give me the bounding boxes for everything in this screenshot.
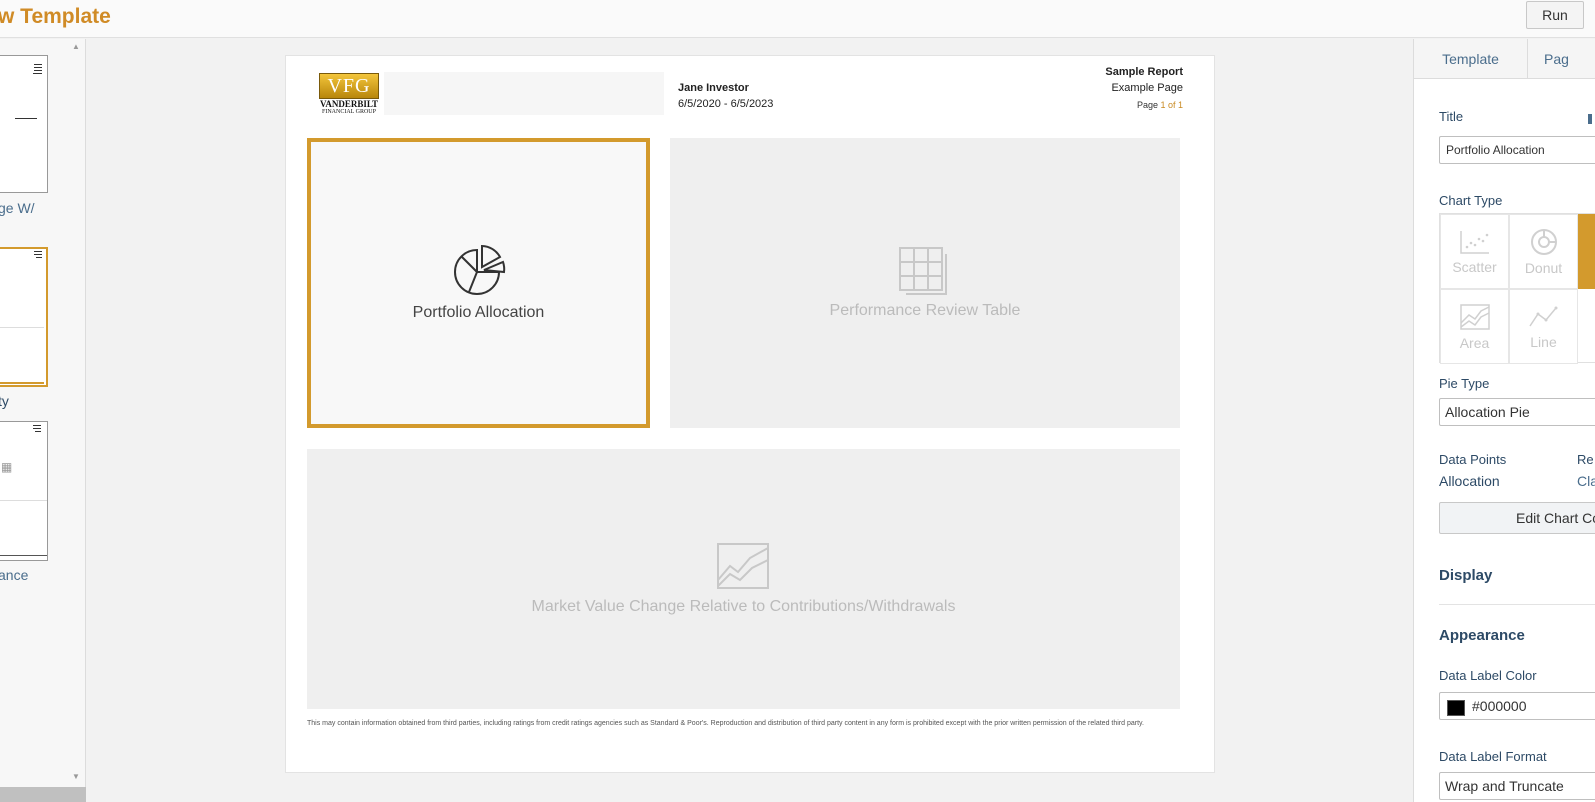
page-name: Example Page: [1111, 82, 1183, 94]
page-thumbnails-panel[interactable]: ▲ ge W/ ty ▦ ance ▼: [0, 39, 86, 802]
chart-type-area[interactable]: Area: [1440, 289, 1509, 364]
table-icon: [899, 247, 947, 295]
slot-title: Performance Review Table: [829, 302, 1021, 319]
properties-panel: Template Pag Title Chart Type Scatter Do…: [1413, 39, 1595, 802]
re-label: Re: [1577, 452, 1594, 467]
area-icon: [1459, 303, 1490, 330]
report-name: Sample Report: [1105, 66, 1183, 78]
horizontal-scrollbar[interactable]: [0, 787, 86, 802]
page-thumbnail[interactable]: ▦: [0, 421, 48, 561]
performance-review-slot[interactable]: Performance Review Table: [670, 138, 1180, 428]
tab-template[interactable]: Template: [1414, 39, 1528, 79]
data-label-color-input[interactable]: #000000: [1439, 692, 1595, 720]
market-value-change-slot[interactable]: Market Value Change Relative to Contribu…: [307, 449, 1180, 709]
scroll-up-arrow-icon[interactable]: ▲: [72, 42, 80, 51]
slot-title: Market Value Change Relative to Contribu…: [531, 598, 956, 615]
scroll-down-arrow-icon[interactable]: ▼: [72, 772, 80, 781]
chart-type-label: Scatter: [1452, 258, 1497, 275]
run-button[interactable]: Run: [1526, 1, 1584, 29]
page-thumbnail-selected[interactable]: [0, 247, 48, 387]
title-input[interactable]: [1439, 136, 1595, 164]
appearance-section-header[interactable]: Appearance: [1439, 627, 1525, 644]
color-swatch[interactable]: [1447, 700, 1465, 716]
area-chart-icon: [716, 543, 769, 589]
page-number: Page 1 of 1: [1136, 100, 1183, 110]
chart-type-pie-selected[interactable]: [1578, 214, 1595, 289]
logo-background: [384, 72, 664, 115]
re-value: Cla: [1577, 473, 1595, 489]
data-points-label: Data Points: [1439, 452, 1507, 467]
data-label-format-label: Data Label Format: [1439, 749, 1547, 764]
portfolio-allocation-slot[interactable]: Portfolio Allocation: [307, 138, 650, 428]
pie-type-label: Pie Type: [1439, 376, 1490, 391]
title-extra-marker: [1588, 114, 1592, 124]
chart-type-label: Area: [1459, 334, 1490, 351]
title-label: Title: [1439, 109, 1464, 124]
data-label-format-select[interactable]: Wrap and Truncate: [1439, 772, 1595, 800]
thumbnail-label[interactable]: ty: [0, 393, 9, 409]
scatter-icon: [1459, 230, 1489, 254]
chart-type-scatter[interactable]: Scatter: [1440, 214, 1509, 289]
disclaimer: This may contain information obtained fr…: [307, 720, 1144, 727]
thumbnail-label[interactable]: ance: [0, 567, 28, 583]
table-icon: ▦: [1, 460, 13, 474]
divider: [1439, 604, 1595, 605]
pie-type-select[interactable]: Allocation Pie: [1439, 398, 1595, 426]
app-title: w Template: [0, 5, 111, 28]
date-range: 6/5/2020 - 6/5/2023: [678, 98, 774, 110]
page-thumbnail[interactable]: [0, 55, 48, 193]
display-section-header[interactable]: Display: [1439, 567, 1492, 584]
data-label-color-label: Data Label Color: [1439, 668, 1537, 683]
top-bar: w Template Run: [0, 0, 1595, 38]
report-page: VFG VANDERBILT FINANCIAL GROUP Jane Inve…: [285, 55, 1215, 773]
thumbnail-label[interactable]: ge W/: [0, 200, 35, 216]
chart-type-label: Line: [1530, 333, 1557, 350]
pie-chart-icon: [453, 244, 505, 295]
donut-icon: [1530, 228, 1557, 255]
slot-title: Portfolio Allocation: [412, 304, 545, 321]
properties-tabs: Template Pag: [1414, 39, 1595, 79]
chart-type-grid: Scatter Donut Area Line: [1439, 213, 1595, 364]
chart-type-donut[interactable]: Donut: [1509, 214, 1578, 289]
edit-chart-button[interactable]: Edit Chart Co: [1439, 502, 1595, 534]
chart-type-label: Chart Type: [1439, 193, 1503, 208]
data-points-value: Allocation: [1439, 473, 1500, 489]
tab-page[interactable]: Pag: [1544, 39, 1569, 79]
line-icon: [1528, 306, 1557, 326]
client-name: Jane Investor: [678, 82, 749, 94]
chart-type-label: Donut: [1524, 259, 1563, 276]
chart-type-line[interactable]: Line: [1509, 289, 1578, 364]
company-logo: VFG VANDERBILT FINANCIAL GROUP: [319, 73, 379, 115]
